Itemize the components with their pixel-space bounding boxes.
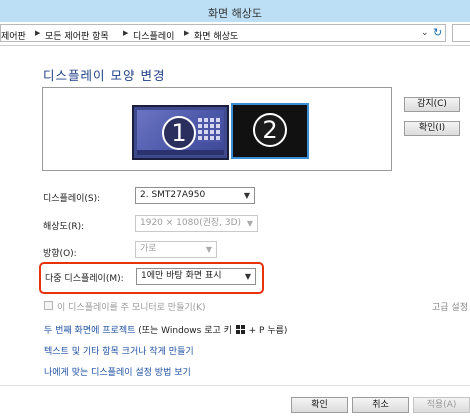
windows-logo-icon xyxy=(235,325,245,334)
display-label: 디스플레이(S): xyxy=(43,194,101,204)
breadcrumb-all-items[interactable]: 모든 제어판 항목 xyxy=(45,29,109,42)
project-link-row: 두 번째 화면에 프로젝트 (또는 Windows 로고 키 + P 누름) xyxy=(44,323,287,336)
search-input[interactable] xyxy=(452,24,470,42)
refresh-icon[interactable]: ↻ xyxy=(433,26,442,39)
cancel-button[interactable]: 취소 xyxy=(352,397,409,413)
desktop-grid-overlay xyxy=(198,116,222,142)
project-hint-end: + P 누름) xyxy=(245,326,288,336)
advanced-settings-link[interactable]: 고급 설정 xyxy=(432,300,468,313)
display-help-link[interactable]: 나에게 맞는 디스플레이 설정 방법 보기 xyxy=(44,365,191,378)
multi-display-select[interactable]: 1에만 바탕 화면 표시 ▼ xyxy=(136,268,256,285)
multi-display-select-value: 1에만 바탕 화면 표시 xyxy=(141,271,222,281)
text-size-link[interactable]: 텍스트 및 기타 항목 크거나 작게 만들기 xyxy=(44,344,194,357)
breadcrumb-display[interactable]: 디스플레이 xyxy=(133,29,174,42)
ok-button[interactable]: 확인 xyxy=(291,397,348,413)
display-select[interactable]: 2. SMT27A950 ▼ xyxy=(135,187,255,204)
breadcrumb-control-panel[interactable]: 제어판 xyxy=(1,29,26,42)
chevron-down-icon: ▼ xyxy=(246,219,253,228)
page-title: 디스플레이 모양 변경 xyxy=(43,68,166,83)
orientation-select-value: 가로 xyxy=(140,244,157,254)
monitor-1[interactable]: 1 xyxy=(132,105,229,160)
resolution-select-value: 1920 × 1080(권장, 3D) xyxy=(140,218,242,228)
address-dropdown-icon[interactable]: ⌄ xyxy=(421,28,429,38)
divider xyxy=(0,385,470,386)
monitor-number-badge: 1 xyxy=(162,116,196,150)
project-second-screen-link[interactable]: 두 번째 화면에 프로젝트 xyxy=(44,326,135,336)
chevron-right-icon[interactable]: ▶ xyxy=(123,29,128,37)
address-box[interactable]: 제어판 ▶ 모든 제어판 항목 ▶ 디스플레이 ▶ 화면 해상도 ⌄ ↻ xyxy=(0,24,446,42)
chevron-right-icon[interactable]: ▶ xyxy=(184,29,189,37)
multi-display-label: 다중 디스플레이(M): xyxy=(45,274,124,284)
resolution-label: 해상도(R): xyxy=(43,222,85,232)
chevron-right-icon[interactable]: ▶ xyxy=(35,29,40,37)
monitor-2[interactable]: 2 xyxy=(231,103,309,159)
title-bar: 화면 해상도 xyxy=(0,0,470,23)
window-title: 화면 해상도 xyxy=(207,7,263,20)
orientation-select[interactable]: 가로 ▼ xyxy=(135,241,217,258)
display-select-value: 2. SMT27A950 xyxy=(140,190,206,200)
chevron-down-icon: ▼ xyxy=(243,191,250,200)
identify-button[interactable]: 확인(I) xyxy=(404,121,460,136)
chevron-down-icon: ▼ xyxy=(244,272,251,281)
main-monitor-checkbox[interactable] xyxy=(44,301,53,310)
chevron-down-icon: ▼ xyxy=(205,245,212,254)
apply-button[interactable]: 적용(A) xyxy=(413,397,470,413)
address-bar: 제어판 ▶ 모든 제어판 항목 ▶ 디스플레이 ▶ 화면 해상도 ⌄ ↻ xyxy=(0,22,470,46)
resolution-select[interactable]: 1920 × 1080(권장, 3D) ▼ xyxy=(135,215,258,232)
main-monitor-checkbox-label: 이 디스플레이를 주 모니터로 만들기(K) xyxy=(57,303,206,313)
monitor-number-badge: 2 xyxy=(253,113,287,147)
taskbar-graphic xyxy=(137,150,224,155)
project-hint-text: (또는 Windows 로고 키 xyxy=(135,326,235,336)
detect-button[interactable]: 감지(C) xyxy=(404,97,460,112)
orientation-label: 방향(O): xyxy=(43,249,77,259)
breadcrumb-screen-resolution[interactable]: 화면 해상도 xyxy=(194,29,238,42)
